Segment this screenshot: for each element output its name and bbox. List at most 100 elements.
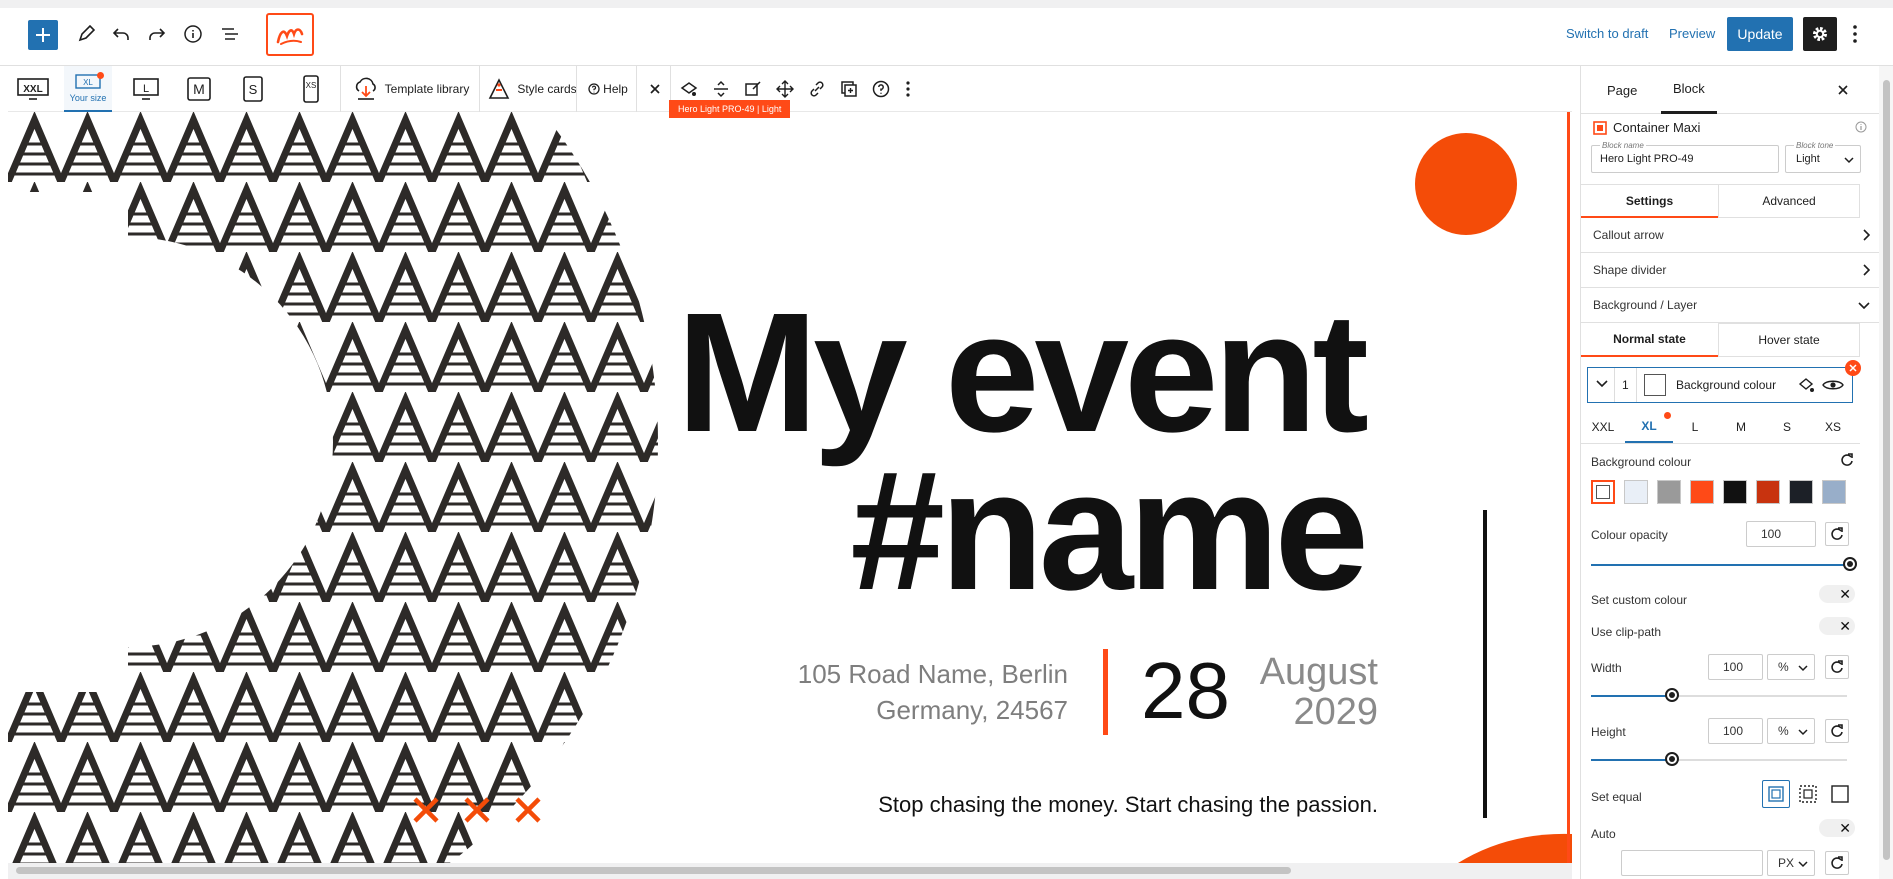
- block-tone-value: Light: [1796, 153, 1820, 165]
- breakpoint-xs[interactable]: XS: [1809, 410, 1857, 443]
- tab-page[interactable]: Page: [1607, 66, 1637, 114]
- add-block-button[interactable]: [28, 20, 58, 50]
- tab-normal-state[interactable]: Normal state: [1581, 323, 1718, 357]
- close-sidebar-button[interactable]: [1837, 66, 1849, 114]
- set-equal-option-1[interactable]: [1762, 780, 1790, 808]
- panel-background-layer[interactable]: Background / Layer: [1581, 288, 1879, 323]
- reset-opacity-button[interactable]: [1825, 522, 1849, 546]
- maxi-logo-button[interactable]: [266, 13, 314, 56]
- pencil-icon[interactable]: [74, 22, 98, 46]
- width-input[interactable]: 100: [1708, 654, 1763, 680]
- horizontal-scrollbar[interactable]: [8, 863, 1572, 879]
- chevron-down-icon[interactable]: [1596, 380, 1608, 388]
- tab-hover-state[interactable]: Hover state: [1718, 323, 1860, 357]
- tab-settings[interactable]: Settings: [1581, 184, 1718, 218]
- remove-layer-button[interactable]: [1845, 360, 1861, 376]
- horizontal-scroll-thumb[interactable]: [16, 867, 1291, 874]
- block-options-button[interactable]: [898, 66, 918, 112]
- width-slider-track[interactable]: [1671, 695, 1847, 697]
- maxi-logo-icon: [276, 27, 304, 45]
- reset-height-button[interactable]: [1825, 719, 1849, 743]
- block-name-value: Hero Light PRO-49: [1600, 153, 1694, 165]
- preview-link[interactable]: Preview: [1669, 26, 1715, 41]
- width-slider-fill[interactable]: [1591, 695, 1671, 697]
- palette-swatch-2[interactable]: [1624, 480, 1648, 504]
- eye-icon[interactable]: [1822, 378, 1844, 392]
- panel-callout-arrow[interactable]: Callout arrow: [1581, 218, 1879, 253]
- height-slider-track[interactable]: [1671, 759, 1847, 761]
- close-icon: [650, 84, 660, 94]
- switch-to-draft-link[interactable]: Switch to draft: [1566, 26, 1648, 41]
- kebab-icon: [906, 81, 910, 97]
- reset-icon: [1831, 660, 1843, 673]
- palette-swatch-7[interactable]: [1789, 480, 1813, 504]
- options-kebab-icon[interactable]: [1851, 22, 1859, 46]
- height-slider-knob[interactable]: [1665, 752, 1679, 766]
- vertical-scrollbar[interactable]: [1879, 66, 1893, 879]
- close-toolbar-button[interactable]: [641, 66, 669, 112]
- block-help-button[interactable]: [866, 66, 896, 112]
- layer-index: 1: [1622, 378, 1629, 392]
- size-l-button[interactable]: L: [130, 66, 162, 112]
- tab-advanced[interactable]: Advanced: [1718, 184, 1860, 218]
- redo-icon[interactable]: [145, 22, 169, 46]
- palette-swatch-1[interactable]: [1591, 480, 1615, 504]
- breakpoint-s[interactable]: S: [1765, 410, 1809, 443]
- vertical-scroll-thumb[interactable]: [1883, 80, 1890, 860]
- undo-icon[interactable]: [109, 22, 133, 46]
- auto-toggle[interactable]: ✕: [1819, 819, 1855, 837]
- reset-background-colour-button[interactable]: [1837, 450, 1857, 470]
- palette-swatch-3[interactable]: [1657, 480, 1681, 504]
- height-slider-fill[interactable]: [1591, 759, 1671, 761]
- reset-partial-button[interactable]: [1825, 851, 1849, 875]
- breakpoint-xxl[interactable]: XXL: [1581, 410, 1625, 443]
- plus-icon: [36, 28, 50, 42]
- partial-input[interactable]: [1621, 850, 1763, 876]
- tab-block[interactable]: Block: [1661, 66, 1717, 114]
- opacity-slider-track[interactable]: [1591, 564, 1847, 566]
- palette-swatch-4[interactable]: [1690, 480, 1714, 504]
- panel-shape-divider[interactable]: Shape divider: [1581, 253, 1879, 288]
- size-xl-button[interactable]: XL Your size: [64, 66, 112, 112]
- question-icon: [872, 80, 890, 98]
- screen-xs-icon: XS: [303, 75, 319, 103]
- breakpoint-active-dot: [1664, 412, 1671, 419]
- breakpoint-m[interactable]: M: [1717, 410, 1765, 443]
- layer-style-icon[interactable]: [1798, 377, 1816, 393]
- partial-unit-select[interactable]: PX: [1767, 850, 1815, 876]
- update-button[interactable]: Update: [1727, 17, 1793, 51]
- settings-button[interactable]: [1803, 17, 1837, 51]
- height-unit-value: %: [1778, 724, 1789, 738]
- colour-opacity-input[interactable]: 100: [1746, 521, 1816, 547]
- help-button[interactable]: Help: [582, 66, 634, 112]
- palette-swatch-6[interactable]: [1756, 480, 1780, 504]
- palette-swatch-5[interactable]: [1723, 480, 1747, 504]
- height-unit-select[interactable]: %: [1767, 718, 1815, 744]
- reset-width-button[interactable]: [1825, 655, 1849, 679]
- block-tone-select[interactable]: Block tone Light: [1785, 141, 1861, 173]
- link-button[interactable]: [802, 66, 832, 112]
- opacity-slider-knob[interactable]: [1843, 557, 1857, 571]
- height-input[interactable]: 100: [1708, 718, 1763, 744]
- size-xs-button[interactable]: XS: [300, 66, 322, 112]
- block-name-chip[interactable]: Hero Light PRO-49 | Light: [669, 100, 791, 118]
- breakpoint-l[interactable]: L: [1673, 410, 1717, 443]
- width-unit-select[interactable]: %: [1767, 654, 1815, 680]
- block-info-icon[interactable]: [1855, 121, 1867, 133]
- list-view-icon[interactable]: [218, 22, 242, 46]
- size-xxl-button[interactable]: XXL: [16, 66, 50, 112]
- set-equal-option-2[interactable]: [1794, 780, 1822, 808]
- size-s-button[interactable]: S: [240, 66, 266, 112]
- block-name-field[interactable]: Block name Hero Light PRO-49: [1591, 141, 1779, 173]
- size-m-button[interactable]: M: [184, 66, 214, 112]
- width-slider-knob[interactable]: [1665, 688, 1679, 702]
- template-library-button[interactable]: Template library: [346, 66, 476, 112]
- palette-swatch-8[interactable]: [1822, 480, 1846, 504]
- info-icon[interactable]: [181, 22, 205, 46]
- style-cards-button[interactable]: Style cards: [484, 66, 580, 112]
- background-layer-item[interactable]: 1 Background colour: [1587, 367, 1853, 403]
- use-clip-path-toggle[interactable]: ✕: [1819, 617, 1855, 635]
- duplicate-button[interactable]: [834, 66, 864, 112]
- set-equal-option-3[interactable]: [1826, 780, 1854, 808]
- set-custom-colour-toggle[interactable]: ✕: [1819, 585, 1855, 603]
